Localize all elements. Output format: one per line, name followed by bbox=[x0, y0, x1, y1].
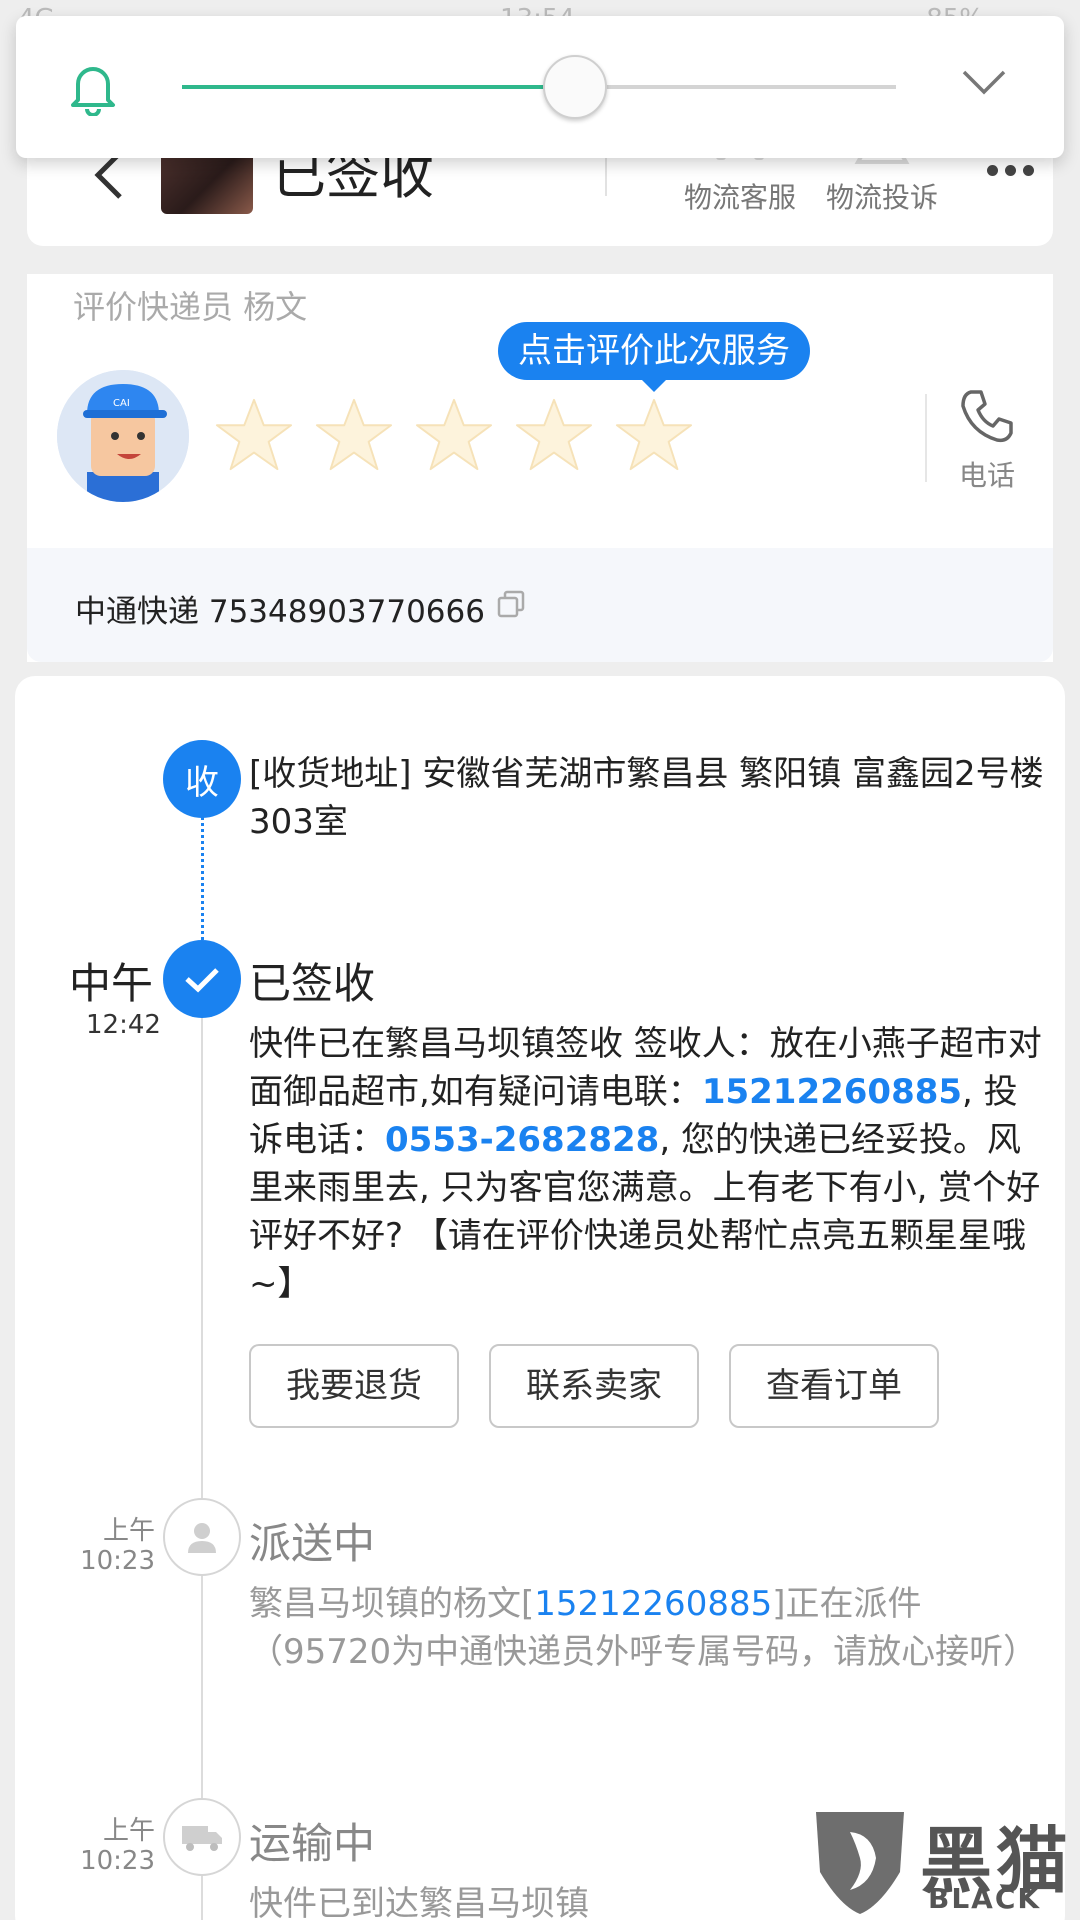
address-node: 收 bbox=[163, 740, 241, 818]
rating-stars[interactable] bbox=[215, 396, 693, 474]
courier-avatar: CAI bbox=[57, 370, 189, 502]
star-icon[interactable] bbox=[415, 396, 493, 474]
copy-icon[interactable] bbox=[497, 590, 525, 618]
svg-text:CAI: CAI bbox=[113, 398, 130, 409]
star-icon[interactable] bbox=[215, 396, 293, 474]
timeline-connector bbox=[201, 810, 204, 940]
dot-icon bbox=[1004, 164, 1016, 176]
contact-seller-button[interactable]: 联系卖家 bbox=[489, 1344, 699, 1428]
volume-slider-knob[interactable] bbox=[542, 55, 607, 119]
star-icon[interactable] bbox=[315, 396, 393, 474]
timeline-card: 收 [收货地址] 安徽省芜湖市繁昌县 繁阳镇 富鑫园2号楼303室 中午 12:… bbox=[15, 676, 1065, 1920]
dot-icon bbox=[1022, 164, 1034, 176]
tracking-number: 中通快递 75348903770666 bbox=[75, 594, 485, 630]
complaint-phone-link[interactable]: 0553-2682828 bbox=[385, 1120, 659, 1160]
call-courier-button[interactable]: 电话 bbox=[927, 386, 1047, 494]
volume-panel bbox=[16, 16, 1064, 158]
volume-slider[interactable] bbox=[182, 55, 896, 119]
bell-icon[interactable] bbox=[66, 60, 120, 116]
event-time: 12:42 bbox=[86, 1010, 161, 1040]
event-time: 10:23 bbox=[80, 1846, 155, 1876]
event-period: 上午 bbox=[102, 1516, 155, 1546]
truck-icon bbox=[163, 1798, 241, 1876]
event-time: 10:23 bbox=[80, 1546, 155, 1576]
watermark-text-en: BLACK CAT bbox=[928, 1882, 1042, 1920]
black-cat-logo-icon bbox=[816, 1812, 904, 1914]
rate-service-tooltip[interactable]: 点击评价此次服务 bbox=[498, 322, 810, 392]
logistics-service-label: 物流客服 bbox=[683, 181, 796, 214]
check-icon bbox=[163, 940, 241, 1018]
chevron-down-icon[interactable] bbox=[961, 68, 1007, 98]
star-icon[interactable] bbox=[615, 396, 693, 474]
event-period: 上午 bbox=[102, 1816, 155, 1846]
timeline-line bbox=[201, 1014, 203, 1920]
view-order-button[interactable]: 查看订单 bbox=[729, 1344, 939, 1428]
event-period: 中午 bbox=[69, 959, 154, 1008]
event-description: 繁昌马坝镇的杨文[15212260885]正在派件（95720为中通快递员外呼专… bbox=[249, 1580, 1049, 1676]
event-title: 已签收 bbox=[249, 959, 376, 1008]
courier-phone-link[interactable]: 15212260885 bbox=[702, 1072, 962, 1112]
tracking-number-row: 中通快递 75348903770666 bbox=[27, 548, 1053, 662]
courier-card: 评价快递员 杨文 CAI 点击评价此次服务 电话 中通快递 7534890377… bbox=[27, 274, 1053, 662]
watermark-logo: 黑猫 BLACK CAT bbox=[810, 1802, 1080, 1920]
person-icon bbox=[163, 1498, 241, 1576]
call-label: 电话 bbox=[958, 459, 1015, 492]
volume-slider-fill bbox=[182, 85, 575, 89]
delivery-address: [收货地址] 安徽省芜湖市繁昌县 繁阳镇 富鑫园2号楼303室 bbox=[249, 754, 1044, 842]
courier-phone-link[interactable]: 15212260885 bbox=[534, 1584, 772, 1624]
phone-icon bbox=[961, 390, 1013, 443]
event-title: 派送中 bbox=[249, 1519, 376, 1568]
logistics-complaint-label: 物流投诉 bbox=[825, 181, 938, 214]
star-icon[interactable] bbox=[515, 396, 593, 474]
event-title: 运输中 bbox=[249, 1819, 376, 1868]
event-description: 快件已在繁昌马坝镇签收 签收人：放在小燕子超市对面御品超市,如有疑问请电联：15… bbox=[249, 1020, 1049, 1308]
event-text: 繁昌马坝镇的杨文[ bbox=[249, 1584, 535, 1624]
return-goods-button[interactable]: 我要退货 bbox=[249, 1344, 459, 1428]
rate-courier-label: 评价快递员 杨文 bbox=[73, 288, 308, 326]
dot-icon bbox=[986, 164, 998, 176]
